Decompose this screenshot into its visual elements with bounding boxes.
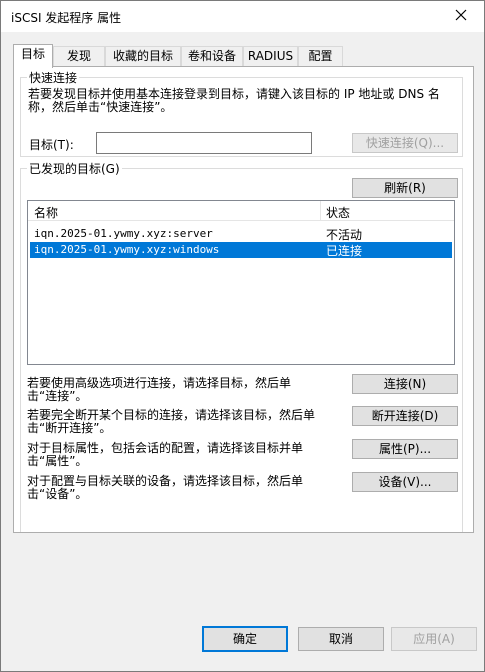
target-input[interactable] xyxy=(96,132,312,154)
tab-favorite-targets[interactable]: 收藏的目标 xyxy=(105,46,181,67)
tab-configuration[interactable]: 配置 xyxy=(298,46,343,67)
devices-description: 对于配置与目标关联的设备，请选择该目标，然后单击“设备”。 xyxy=(27,474,304,501)
apply-button[interactable]: 应用(A) xyxy=(391,627,477,651)
ok-button[interactable]: 确定 xyxy=(202,626,288,652)
close-button[interactable] xyxy=(438,1,484,32)
properties-button[interactable]: 属性(P)... xyxy=(352,439,458,459)
title-bar: iSCSI 发起程序 属性 xyxy=(1,1,484,32)
disconnect-button[interactable]: 断开连接(D) xyxy=(352,406,458,426)
target-name: iqn.2025-01.ywmy.xyz:server xyxy=(34,227,213,240)
target-name: iqn.2025-01.ywmy.xyz:windows xyxy=(34,243,220,256)
window-title: iSCSI 发起程序 属性 xyxy=(11,11,122,25)
close-icon xyxy=(455,9,467,24)
cancel-button[interactable]: 取消 xyxy=(298,627,384,651)
table-row-selected[interactable]: iqn.2025-01.ywmy.xyz:windows 已连接 xyxy=(30,242,452,258)
quick-connect-button[interactable]: 快速连接(Q)... xyxy=(352,133,458,153)
column-status-header[interactable]: 状态 xyxy=(326,204,350,221)
discovered-targets-group: 已发现的目标(G) 刷新(R) 名称 状态 iqn.2025-01.ywmy.x… xyxy=(20,160,463,532)
column-name-header[interactable]: 名称 xyxy=(34,204,58,221)
refresh-button[interactable]: 刷新(R) xyxy=(352,178,458,198)
target-status: 不活动 xyxy=(326,228,363,242)
tab-targets[interactable]: 目标 xyxy=(13,44,53,68)
column-divider[interactable] xyxy=(320,201,321,221)
targets-list-header: 名称 状态 xyxy=(28,201,454,221)
quick-connect-group-title: 快速连接 xyxy=(27,69,80,86)
tab-radius[interactable]: RADIUS xyxy=(243,46,298,67)
tab-panel-targets: 快速连接 若要发现目标并使用基本连接登录到目标，请键入该目标的 IP 地址或 D… xyxy=(13,66,474,533)
table-row[interactable]: iqn.2025-01.ywmy.xyz:server 不活动 xyxy=(30,226,452,242)
devices-button[interactable]: 设备(V)... xyxy=(352,472,458,492)
tab-volumes-devices[interactable]: 卷和设备 xyxy=(181,46,243,67)
targets-list[interactable]: 名称 状态 iqn.2025-01.ywmy.xyz:server 不活动 iq… xyxy=(27,200,455,365)
connect-button[interactable]: 连接(N) xyxy=(352,374,458,394)
target-label: 目标(T): xyxy=(29,138,74,152)
target-status: 已连接 xyxy=(326,244,363,258)
disconnect-description: 若要完全断开某个目标的连接，请选择该目标，然后单击“断开连接”。 xyxy=(27,408,316,435)
quick-connect-group: 快速连接 若要发现目标并使用基本连接登录到目标，请键入该目标的 IP 地址或 D… xyxy=(20,69,463,157)
connect-description: 若要使用高级选项进行连接，请选择目标，然后单击“连接”。 xyxy=(27,376,292,403)
discovered-targets-group-title: 已发现的目标(G) xyxy=(27,160,122,177)
quick-connect-description: 若要发现目标并使用基本连接登录到目标，请键入该目标的 IP 地址或 DNS 名称… xyxy=(28,87,440,114)
properties-dialog: iSCSI 发起程序 属性 目标 发现 收藏的目标 卷和设备 RADIUS 配置… xyxy=(0,0,485,672)
tab-discovery[interactable]: 发现 xyxy=(53,46,105,67)
properties-description: 对于目标属性，包括会话的配置，请选择该目标并单击“属性”。 xyxy=(27,441,304,468)
